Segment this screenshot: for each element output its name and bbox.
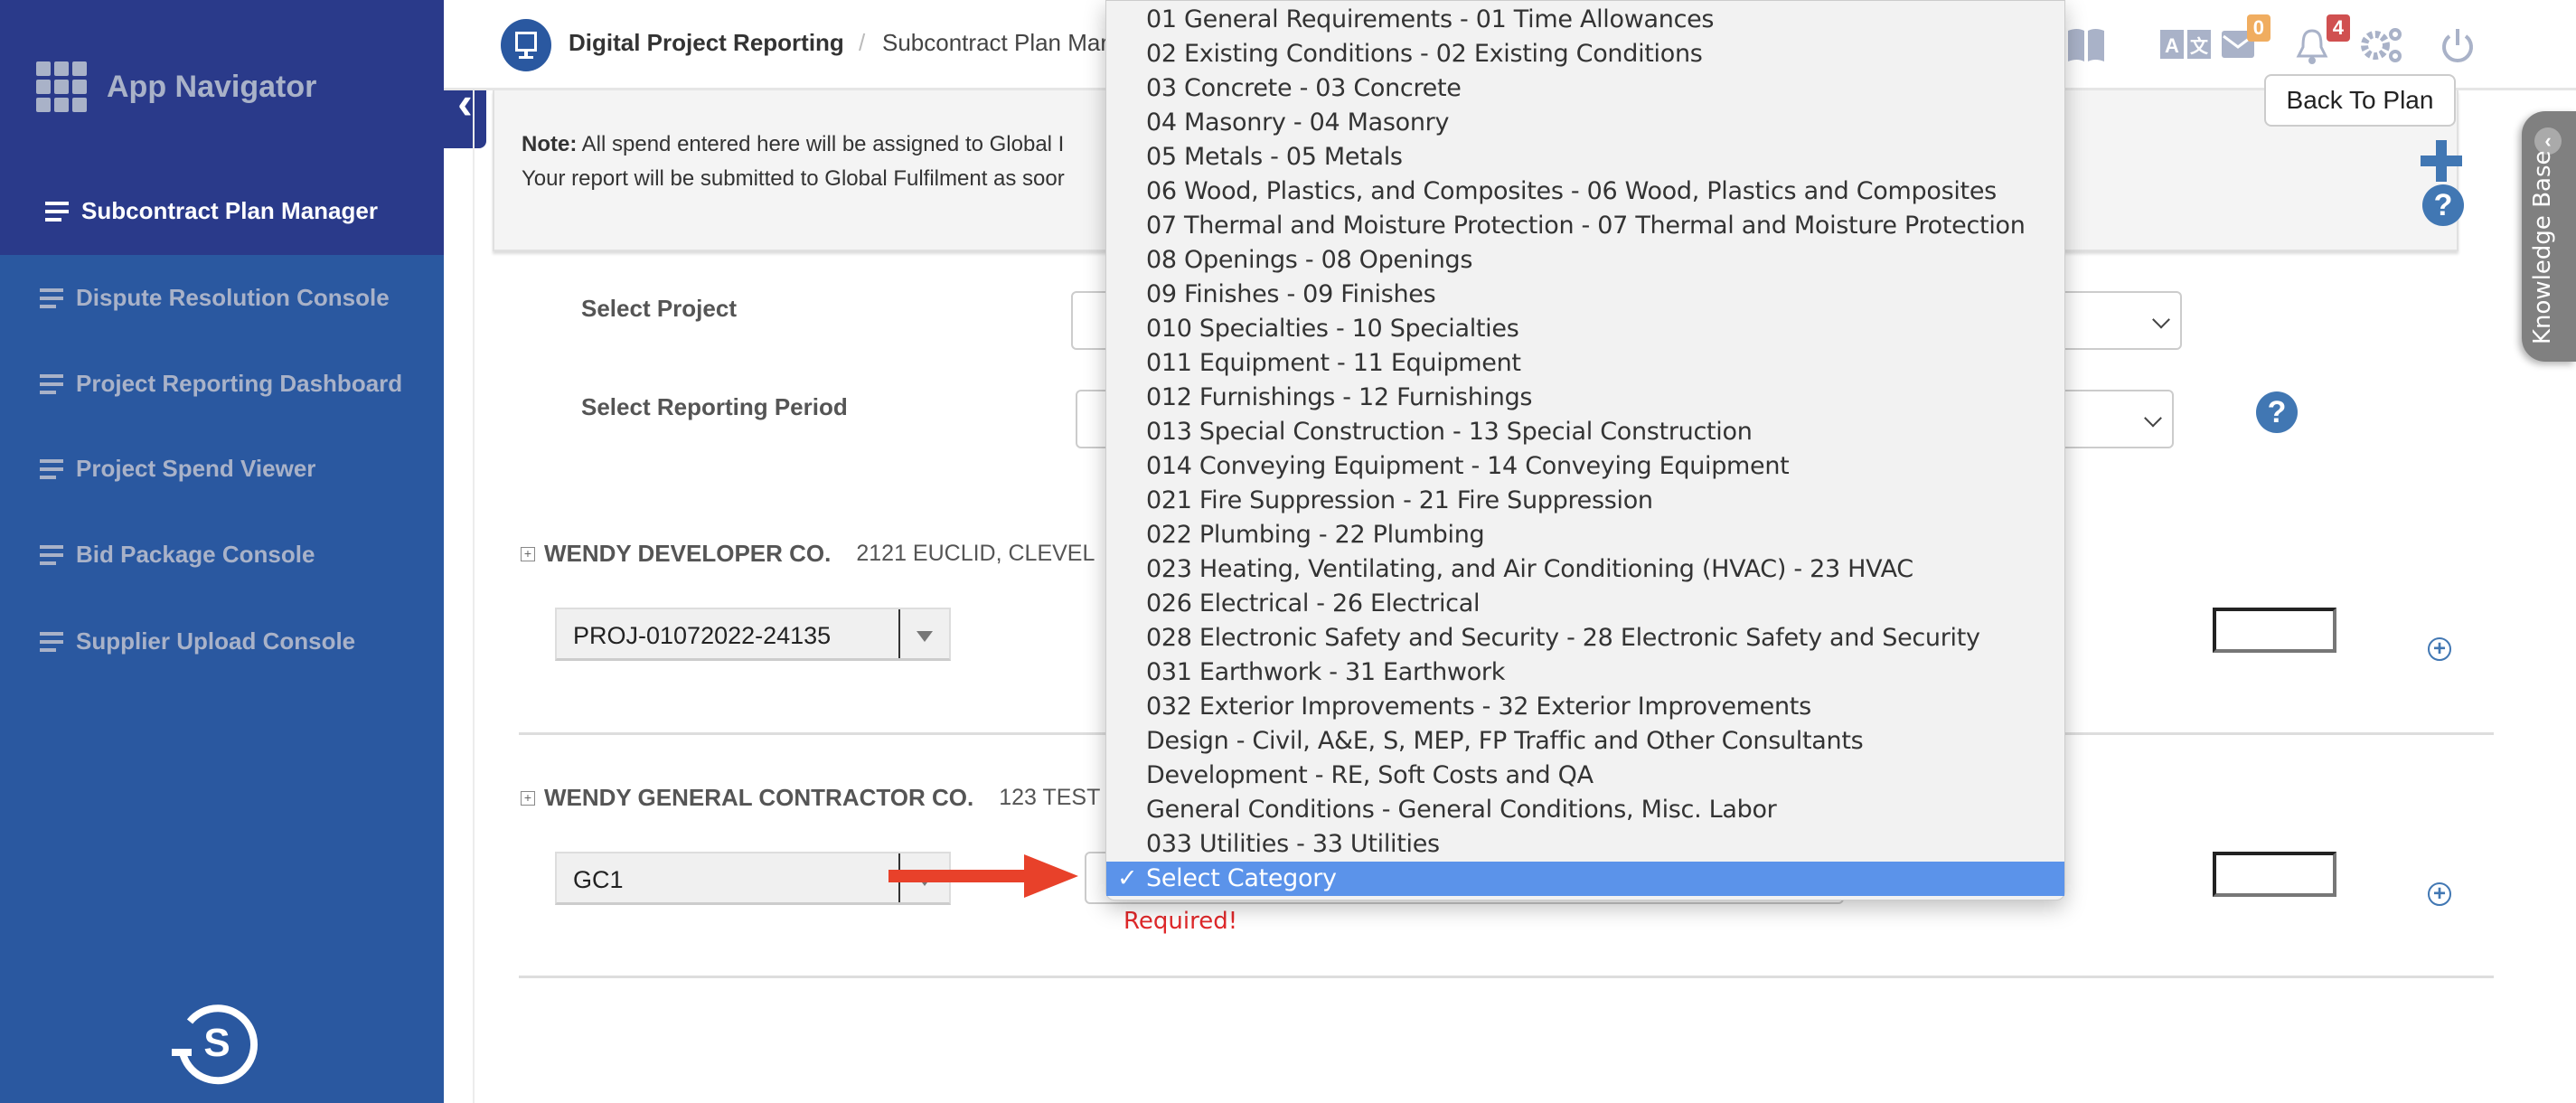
company-logo: S	[172, 1004, 259, 1085]
svg-text:S: S	[203, 1021, 230, 1065]
company-header: + WENDY GENERAL CONTRACTOR CO. 123 TEST	[521, 784, 1100, 812]
dropdown-option[interactable]: 02 Existing Conditions - 02 Existing Con…	[1106, 37, 2064, 71]
dropdown-option[interactable]: 023 Heating, Ventilating, and Air Condit…	[1106, 552, 2064, 587]
divider	[519, 976, 2494, 978]
dropdown-option[interactable]: 033 Utilities - 33 Utilities	[1106, 827, 2064, 862]
sidebar-item-dispute-resolution[interactable]: Dispute Resolution Console	[40, 284, 390, 312]
amount-input[interactable]	[2213, 852, 2336, 897]
sidebar-item-label: Subcontract Plan Manager	[81, 197, 378, 224]
amount-input[interactable]	[2213, 608, 2336, 653]
dropdown-option[interactable]: General Conditions - General Conditions,…	[1106, 793, 2064, 827]
select-reporting-period-label: Select Reporting Period	[581, 393, 848, 420]
settings-gears-icon[interactable]	[2361, 20, 2411, 71]
company-address: 123 TEST	[999, 785, 1101, 810]
sidebar-item-supplier-upload-console[interactable]: Supplier Upload Console	[40, 627, 355, 655]
app-navigator[interactable]: App Navigator	[36, 61, 316, 112]
back-to-plan-button[interactable]: Back To Plan	[2264, 74, 2456, 127]
dropdown-option[interactable]: 07 Thermal and Moisture Protection - 07 …	[1106, 209, 2064, 243]
knowledge-base-label: Knowledge Base	[2529, 150, 2556, 345]
chevron-down-icon	[2144, 409, 2162, 427]
dropdown-option[interactable]: 06 Wood, Plastics, and Composites - 06 W…	[1106, 174, 2064, 209]
svg-text:A: A	[2165, 34, 2179, 57]
company-header: + WENDY DEVELOPER CO. 2121 EUCLID, CLEVE…	[521, 540, 1095, 568]
breadcrumb-app[interactable]: Digital Project Reporting	[569, 29, 844, 57]
dropdown-option[interactable]: 014 Conveying Equipment - 14 Conveying E…	[1106, 449, 2064, 484]
mail-badge: 0	[2246, 14, 2270, 42]
expand-icon[interactable]: +	[521, 546, 535, 561]
chevron-down-icon	[2152, 310, 2170, 328]
monitor-icon	[501, 19, 551, 71]
dropdown-option[interactable]: 022 Plumbing - 22 Plumbing	[1106, 518, 2064, 552]
app-navigator-title: App Navigator	[107, 69, 317, 104]
sidebar-item-label: Project Reporting Dashboard	[76, 370, 403, 397]
company-address: 2121 EUCLID, CLEVEL	[856, 541, 1095, 566]
dropdown-option[interactable]: Design - Civil, A&E, S, MEP, FP Traffic …	[1106, 724, 2064, 759]
translate-icon[interactable]: A文	[2160, 20, 2211, 71]
sidebar-item-label: Project Spend Viewer	[76, 455, 316, 482]
required-error: Required!	[1123, 908, 1238, 935]
project-combo[interactable]: PROJ-01072022-24135	[555, 608, 951, 661]
menu-icon	[45, 201, 69, 222]
breadcrumb-separator: /	[859, 29, 866, 56]
menu-icon	[40, 458, 63, 479]
dropdown-option[interactable]: 028 Electronic Safety and Security - 28 …	[1106, 621, 2064, 655]
dropdown-option[interactable]: 010 Specialties - 10 Specialties	[1106, 312, 2064, 346]
menu-icon	[40, 288, 63, 308]
option-label: Select Category	[1146, 864, 1337, 892]
note-line-2: Your report will be submitted to Global …	[522, 166, 1065, 191]
dropdown-option[interactable]: 021 Fire Suppression - 21 Fire Suppressi…	[1106, 484, 2064, 518]
note-label: Note:	[522, 132, 578, 156]
dropdown-option[interactable]: 032 Exterior Improvements - 32 Exterior …	[1106, 690, 2064, 724]
note-line-1: All spend entered here will be assigned …	[581, 132, 1065, 156]
menu-icon	[40, 544, 63, 565]
power-icon[interactable]	[2440, 20, 2491, 71]
company-name: WENDY DEVELOPER CO.	[544, 540, 832, 567]
content-border	[473, 90, 475, 1103]
dropdown-option[interactable]: 031 Earthwork - 31 Earthwork	[1106, 655, 2064, 690]
help-icon[interactable]: ?	[2256, 391, 2298, 433]
dropdown-option[interactable]: 011 Equipment - 11 Equipment	[1106, 346, 2064, 381]
add-icon[interactable]	[2421, 140, 2462, 182]
dropdown-option[interactable]: 03 Concrete - 03 Concrete	[1106, 71, 2064, 106]
sidebar-item-bid-package-console[interactable]: Bid Package Console	[40, 541, 315, 569]
check-icon: ✓	[1117, 864, 1138, 892]
notification-badge: 4	[2326, 14, 2350, 42]
sidebar-item-label: Bid Package Console	[76, 541, 315, 568]
select-project-label: Select Project	[581, 295, 737, 322]
dropdown-option[interactable]: 012 Furnishings - 12 Furnishings	[1106, 381, 2064, 415]
dropdown-option[interactable]: Development - RE, Soft Costs and QA	[1106, 759, 2064, 793]
menu-icon	[40, 373, 63, 394]
add-circle-icon[interactable]: +	[2428, 637, 2451, 661]
dropdown-option[interactable]: 026 Electrical - 26 Electrical	[1106, 587, 2064, 621]
dropdown-option[interactable]: 01 General Requirements - 01 Time Allowa…	[1106, 3, 2064, 37]
grid-icon	[36, 61, 87, 112]
help-icon[interactable]: ?	[2422, 184, 2464, 226]
expand-icon[interactable]: +	[521, 790, 535, 806]
dropdown-option-selected[interactable]: ✓ Select Category	[1106, 862, 2064, 896]
knowledge-base-tab[interactable]: ‹ Knowledge Base	[2522, 111, 2576, 362]
bell-icon[interactable]: 4	[2296, 14, 2350, 71]
dropdown-arrow-icon	[917, 631, 933, 642]
sidebar-item-project-reporting-dashboard[interactable]: Project Reporting Dashboard	[40, 370, 402, 398]
dropdown-option[interactable]: 08 Openings - 08 Openings	[1106, 243, 2064, 278]
red-arrow-annotation	[888, 854, 1078, 898]
dropdown-option[interactable]: 05 Metals - 05 Metals	[1106, 140, 2064, 174]
sidebar-item-label: Supplier Upload Console	[76, 627, 356, 655]
dropdown-option[interactable]: 09 Finishes - 09 Finishes	[1106, 278, 2064, 312]
sidebar-item-label: Dispute Resolution Console	[76, 284, 390, 311]
sidebar-item-project-spend-viewer[interactable]: Project Spend Viewer	[40, 455, 315, 483]
breadcrumb-current: Subcontract Plan Mar	[882, 29, 1109, 56]
category-dropdown-menu[interactable]: 01 General Requirements - 01 Time Allowa…	[1105, 0, 2065, 900]
dropdown-option[interactable]: 04 Masonry - 04 Masonry	[1106, 106, 2064, 140]
company-name: WENDY GENERAL CONTRACTOR CO.	[544, 784, 974, 811]
combo-value: PROJ-01072022-24135	[573, 622, 832, 649]
menu-icon	[40, 631, 63, 652]
add-circle-icon[interactable]: +	[2428, 882, 2451, 906]
svg-text:文: 文	[2190, 35, 2209, 57]
combo-value: GC1	[573, 866, 624, 893]
mail-icon[interactable]: 0	[2222, 14, 2272, 71]
sidebar-item-subcontract-plan-manager[interactable]: Subcontract Plan Manager	[45, 197, 378, 225]
dropdown-option[interactable]: 013 Special Construction - 13 Special Co…	[1106, 415, 2064, 449]
book-icon[interactable]	[2066, 20, 2117, 71]
